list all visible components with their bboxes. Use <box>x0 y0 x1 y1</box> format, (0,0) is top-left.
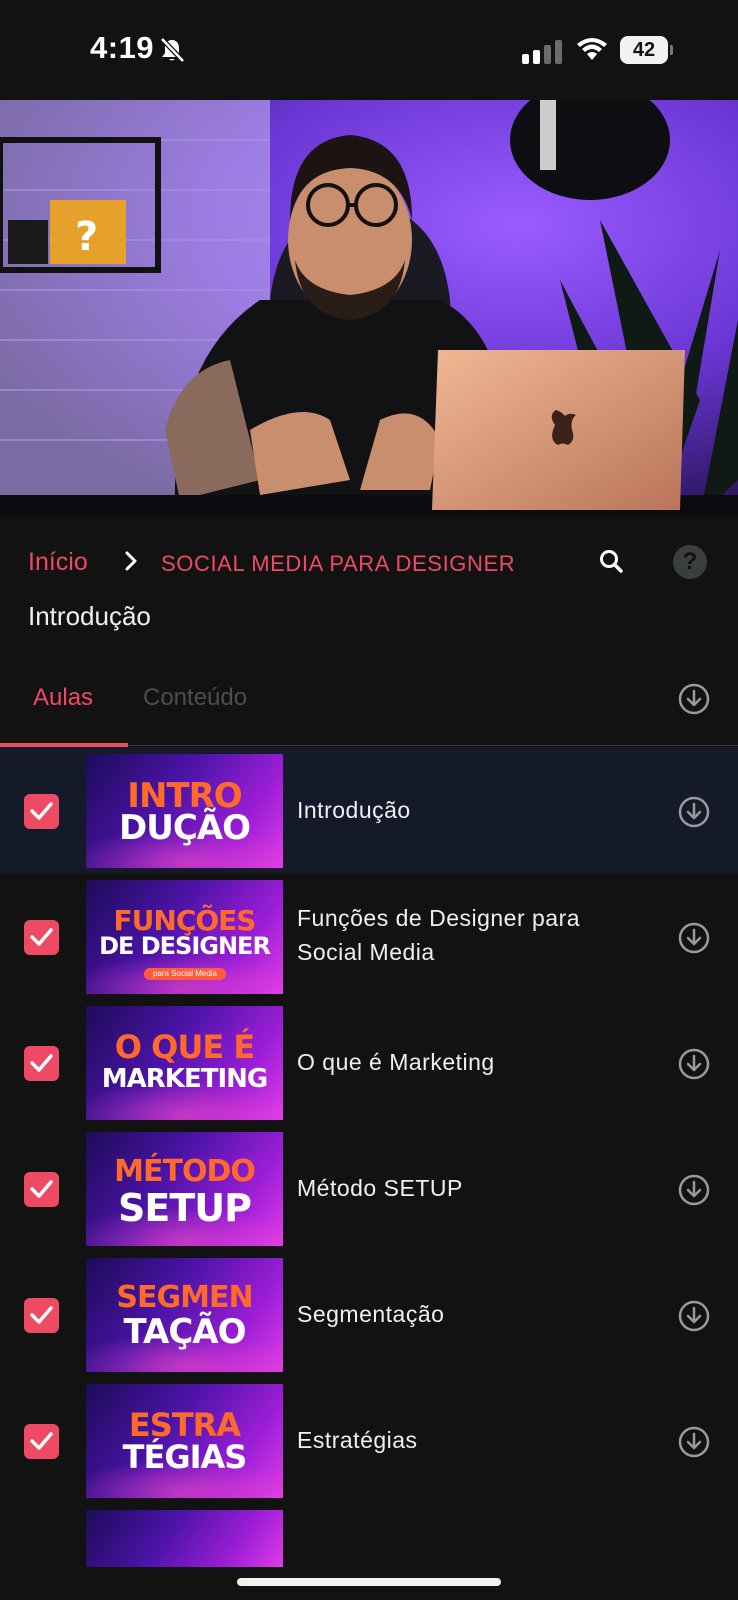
lesson-title: Segmentação <box>297 1301 445 1327</box>
lesson-thumbnail <box>86 1510 283 1567</box>
thumb-text-line1: O QUE É <box>114 1028 255 1066</box>
completed-checkbox[interactable] <box>24 1172 59 1207</box>
lesson-list: INTRO DUÇÃO Introdução FUNÇÕES DE DESIGN… <box>0 747 738 1567</box>
tab-aulas[interactable]: Aulas <box>33 684 93 712</box>
lesson-row[interactable]: INTRO DUÇÃO Introdução <box>0 747 738 873</box>
thumb-text-line1: SEGMEN <box>116 1280 253 1315</box>
lesson-row[interactable]: ESTRA TÉGIAS Estratégias <box>0 1377 738 1503</box>
thumb-text-line2: SETUP <box>118 1186 252 1230</box>
help-icon[interactable]: ? <box>673 545 707 579</box>
search-icon[interactable] <box>596 546 628 578</box>
completed-checkbox[interactable] <box>24 794 59 829</box>
breadcrumb-home-link[interactable]: Início <box>28 548 88 577</box>
svg-text:?: ? <box>75 214 98 260</box>
download-icon[interactable] <box>677 1425 711 1459</box>
lesson-row[interactable]: SEGMEN TAÇÃO Segmentação <box>0 1251 738 1377</box>
tab-conteudo[interactable]: Conteúdo <box>143 684 247 712</box>
download-icon[interactable] <box>677 795 711 829</box>
thumb-text-line2: DUÇÃO <box>119 808 251 848</box>
breadcrumb-course-link[interactable]: SOCIAL MEDIA PARA DESIGNER <box>161 551 515 577</box>
lesson-title: Estratégias <box>297 1427 418 1453</box>
completed-checkbox[interactable] <box>24 920 59 955</box>
thumb-text-line3: para Social Media <box>144 968 226 980</box>
tab-bar: Aulas Conteúdo <box>0 660 738 747</box>
video-frame-image: ? <box>0 100 738 516</box>
download-icon[interactable] <box>677 1047 711 1081</box>
lesson-thumbnail: MÉTODO SETUP <box>86 1132 283 1246</box>
status-time: 4:19 <box>90 30 155 65</box>
wifi-icon <box>577 38 607 60</box>
lesson-title-line1: Funções de Designer para <box>297 905 581 931</box>
thumb-text-line2: TAÇÃO <box>123 1312 246 1352</box>
lesson-thumbnail: O QUE É MARKETING <box>86 1006 283 1120</box>
completed-checkbox[interactable] <box>24 1298 59 1333</box>
download-all-icon[interactable] <box>677 682 711 716</box>
battery-icon: 42 <box>620 36 673 64</box>
bell-slash-icon <box>160 37 185 63</box>
lesson-title: O que é Marketing <box>297 1049 495 1075</box>
chevron-right-icon <box>125 551 137 571</box>
video-player[interactable]: ? <box>0 100 738 516</box>
lesson-row[interactable]: MÉTODO SETUP Método SETUP <box>0 1125 738 1251</box>
download-icon[interactable] <box>677 921 711 955</box>
thumb-text-line2: DE DESIGNER <box>99 932 271 960</box>
lesson-title-line2: Social Media <box>297 939 435 965</box>
lesson-thumbnail: SEGMEN TAÇÃO <box>86 1258 283 1372</box>
thumb-text-line2: TÉGIAS <box>122 1438 248 1476</box>
thumb-text-line2: MARKETING <box>101 1064 268 1094</box>
lesson-thumbnail: ESTRA TÉGIAS <box>86 1384 283 1498</box>
lesson-thumbnail: INTRO DUÇÃO <box>86 754 283 868</box>
lesson-thumbnail: FUNÇÕES DE DESIGNER para Social Media <box>86 880 283 994</box>
lesson-title: Introdução <box>297 797 411 823</box>
battery-level: 42 <box>632 39 656 61</box>
completed-checkbox[interactable] <box>24 1424 59 1459</box>
status-bar: 4:19 42 <box>0 0 738 100</box>
cellular-signal-icon <box>522 40 562 64</box>
lesson-row-partial[interactable] <box>0 1503 738 1567</box>
lesson-title: Método SETUP <box>297 1175 463 1201</box>
lesson-row[interactable]: O QUE É MARKETING O que é Marketing <box>0 999 738 1125</box>
completed-checkbox[interactable] <box>24 1046 59 1081</box>
lesson-title: Funções de Designer para Social Media <box>297 901 580 969</box>
breadcrumb: Início SOCIAL MEDIA PARA DESIGNER ? <box>28 545 718 588</box>
thumb-text-line1: MÉTODO <box>114 1154 256 1189</box>
lesson-row[interactable]: FUNÇÕES DE DESIGNER para Social Media Fu… <box>0 873 738 999</box>
download-icon[interactable] <box>677 1299 711 1333</box>
current-lesson-title: Introdução <box>28 601 151 631</box>
home-indicator[interactable] <box>237 1578 501 1586</box>
download-icon[interactable] <box>677 1173 711 1207</box>
